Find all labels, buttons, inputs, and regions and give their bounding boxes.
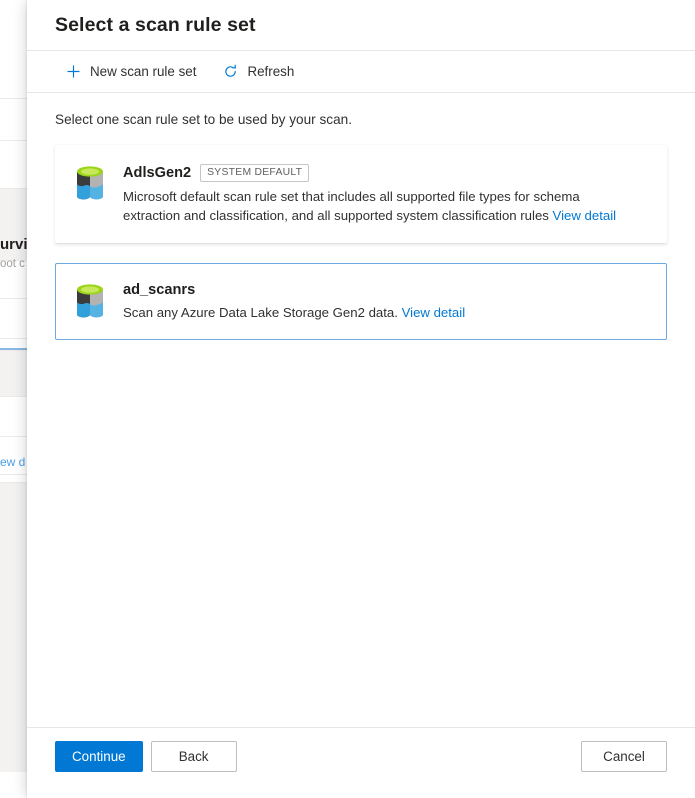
description-text: Scan any Azure Data Lake Storage Gen2 da…	[123, 305, 398, 320]
card-description: Microsoft default scan rule set that inc…	[123, 187, 618, 225]
scan-rule-set-name: ad_scanrs	[123, 282, 195, 298]
scan-rule-set-name: AdlsGen2	[123, 165, 191, 181]
background-row	[0, 338, 27, 348]
card-content: AdlsGen2 SYSTEM DEFAULT Microsoft defaul…	[123, 163, 648, 225]
background-row	[0, 140, 27, 188]
background-panel-region	[0, 482, 27, 772]
back-button[interactable]: Back	[151, 741, 237, 772]
scan-rule-set-panel: Select a scan rule set New scan rule set…	[27, 0, 695, 798]
background-subtext: oot c	[0, 258, 27, 270]
background-row	[0, 396, 27, 436]
cancel-button[interactable]: Cancel	[581, 741, 667, 772]
scan-rule-set-card-ad-scanrs[interactable]: ad_scanrs Scan any Azure Data Lake Stora…	[55, 263, 667, 340]
new-scan-rule-set-label: New scan rule set	[90, 64, 196, 79]
card-spacer	[55, 243, 667, 263]
panel-footer: Continue Back Cancel	[27, 727, 695, 798]
footer-secondary-actions: Cancel	[581, 741, 667, 772]
description-text: Microsoft default scan rule set that inc…	[123, 189, 580, 223]
panel-header: Select a scan rule set	[27, 0, 695, 50]
card-title-row: ad_scanrs	[123, 282, 648, 298]
refresh-button[interactable]: Refresh	[212, 55, 304, 89]
background-row-highlighted	[0, 350, 27, 396]
background-row	[0, 98, 27, 140]
scan-rule-set-card-adlsgen2[interactable]: AdlsGen2 SYSTEM DEFAULT Microsoft defaul…	[55, 145, 667, 243]
instruction-text: Select one scan rule set to be used by y…	[55, 112, 667, 127]
scan-rule-set-list: AdlsGen2 SYSTEM DEFAULT Microsoft defaul…	[55, 145, 667, 340]
command-bar: New scan rule set Refresh	[27, 51, 695, 92]
plus-icon	[65, 64, 81, 80]
page-title: Select a scan rule set	[55, 14, 695, 37]
status-badge: SYSTEM DEFAULT	[200, 164, 309, 182]
background-row	[0, 298, 27, 338]
background-link: ew d	[0, 455, 27, 469]
card-title-row: AdlsGen2 SYSTEM DEFAULT	[123, 164, 648, 182]
adls-gen2-icon	[74, 282, 107, 318]
refresh-label: Refresh	[247, 64, 294, 79]
panel-body: Select one scan rule set to be used by y…	[27, 93, 695, 727]
view-detail-link[interactable]: View detail	[553, 208, 617, 223]
new-scan-rule-set-button[interactable]: New scan rule set	[55, 55, 206, 89]
footer-primary-actions: Continue Back	[55, 741, 237, 772]
adls-gen2-icon	[74, 164, 107, 200]
card-description: Scan any Azure Data Lake Storage Gen2 da…	[123, 303, 618, 322]
card-content: ad_scanrs Scan any Azure Data Lake Stora…	[123, 281, 648, 322]
refresh-icon	[222, 64, 238, 80]
view-detail-link[interactable]: View detail	[402, 305, 466, 320]
continue-button[interactable]: Continue	[55, 741, 143, 772]
background-heading: urvi	[0, 236, 27, 253]
